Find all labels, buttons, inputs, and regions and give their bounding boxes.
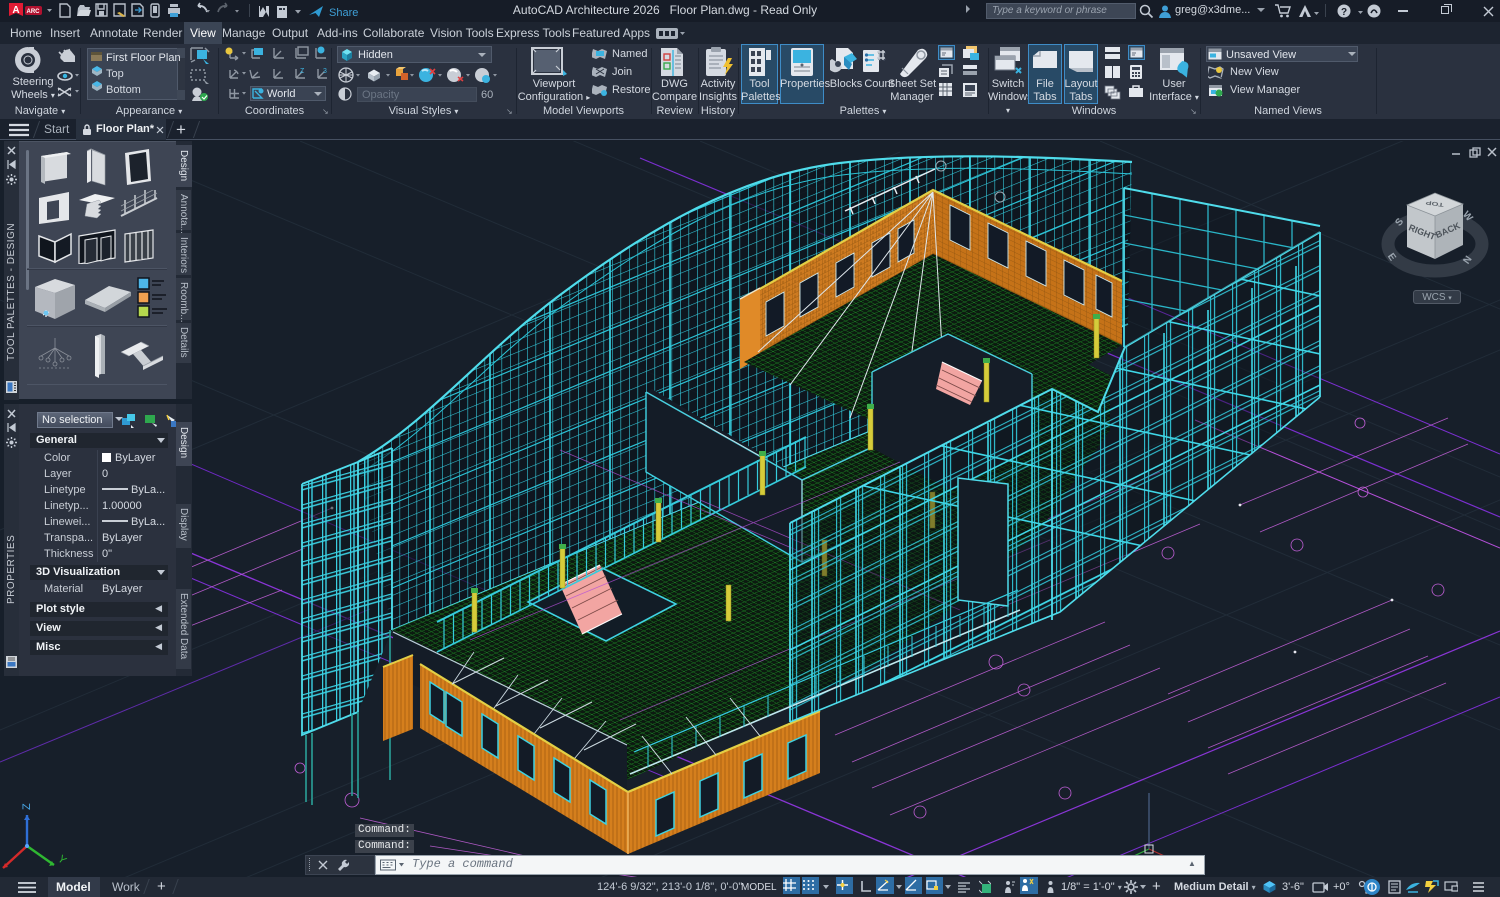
svg-text:3: 3 xyxy=(323,68,327,75)
svg-text:?: ? xyxy=(1341,7,1347,18)
svg-text:Z: Z xyxy=(21,803,33,810)
svg-text:Z: Z xyxy=(300,68,305,75)
svg-text:Y: Y xyxy=(55,853,69,867)
